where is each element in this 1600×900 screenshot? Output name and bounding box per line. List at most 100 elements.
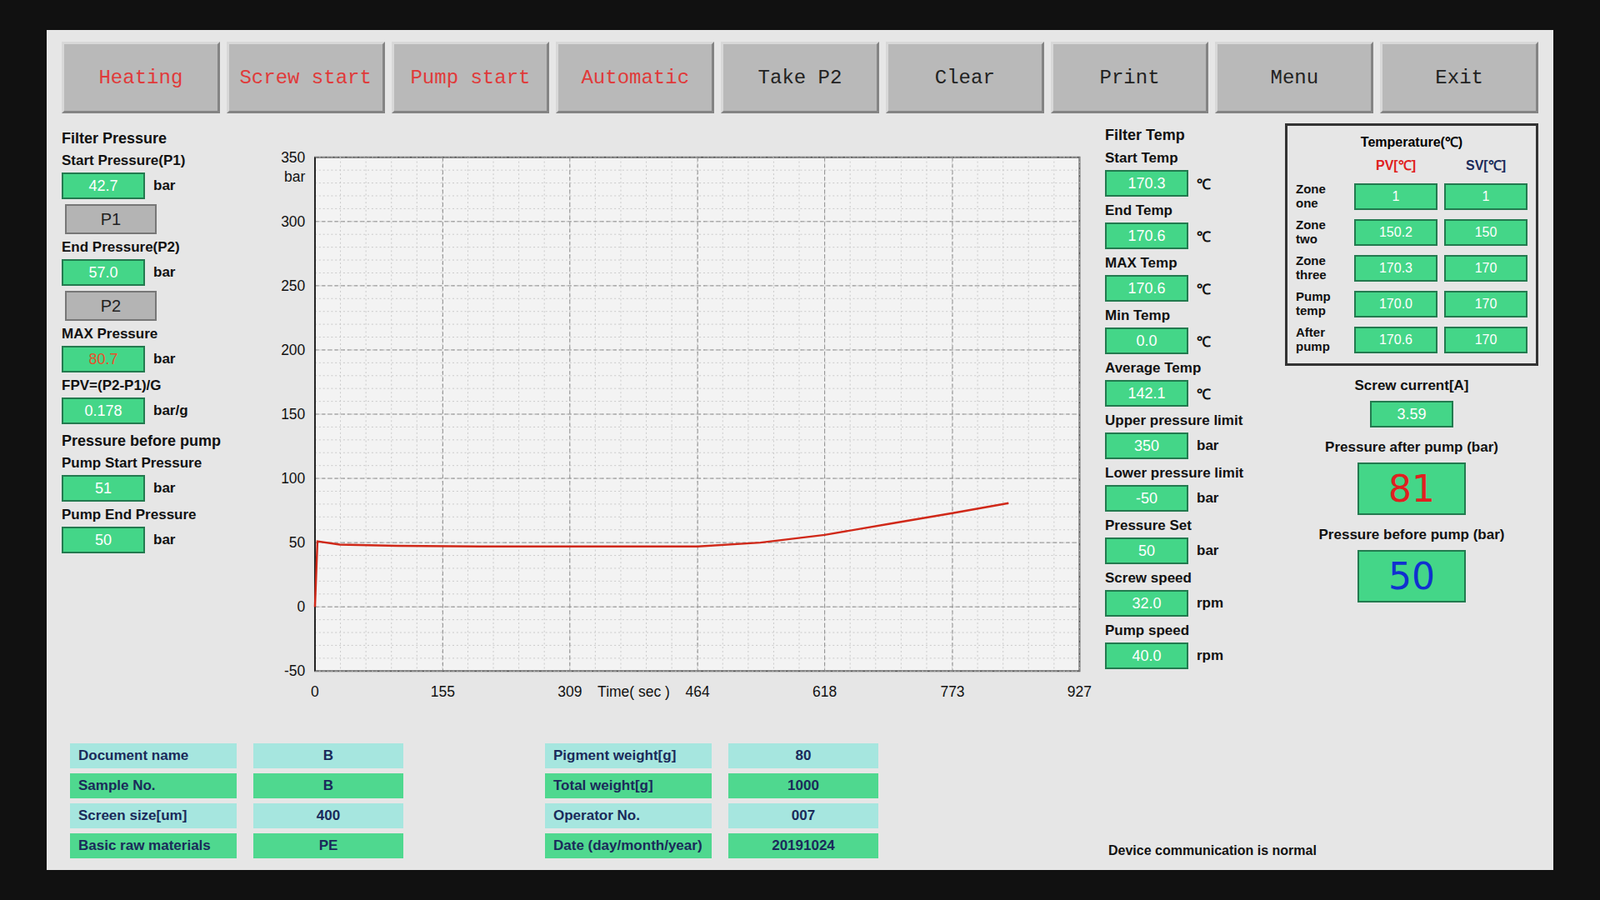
grid-line [315, 567, 1080, 569]
info-label: Document name [70, 743, 237, 769]
column-header: PV[℃] [1354, 155, 1438, 175]
x-tick: 0 [310, 683, 320, 700]
grid-line [390, 157, 392, 672]
field-label: Pressure Set [1105, 517, 1272, 535]
setting-field: Average Temp 142.1 ℃ [1105, 360, 1272, 407]
pv-value: 170.0 [1354, 290, 1438, 318]
major-grid-line [315, 606, 1080, 608]
field-label: Pump Start Pressure [61, 455, 245, 472]
toolbar-button[interactable]: Heating [61, 41, 220, 114]
unit-label: rpm [1196, 647, 1224, 665]
field-label: MAX Pressure [61, 325, 245, 343]
grid-line [315, 298, 1080, 300]
zone-label: Zone three [1295, 254, 1348, 282]
zone-label: Zone two [1295, 218, 1348, 246]
take-pressure-button[interactable]: P1 [65, 204, 157, 235]
grid-line [315, 324, 1080, 325]
unit-label: ℃ [1196, 331, 1211, 351]
grid-line [315, 619, 1080, 620]
y-tick: 50 [289, 534, 306, 551]
field-value: 50 [1105, 537, 1189, 565]
sv-value: 170 [1444, 290, 1528, 318]
toolbar-button[interactable]: Menu [1215, 41, 1374, 114]
field-label: End Pressure(P2) [61, 239, 245, 256]
grid-line [315, 414, 1080, 415]
screw-current: Screw current[A] 3.59 [1285, 377, 1539, 428]
grid-line [315, 670, 1080, 672]
field-label: Pump End Pressure [61, 506, 245, 524]
pressure-line [315, 503, 1009, 607]
pressure-field: Start Pressure(P1) 42.7 bar [61, 152, 245, 200]
setting-field: MAX Temp 170.6 ℃ [1105, 255, 1272, 302]
toolbar-button[interactable]: Screw start [226, 41, 385, 114]
info-label: Basic raw materials [70, 833, 237, 859]
y-tick: 0 [297, 598, 306, 615]
grid-line [315, 516, 1080, 518]
reading-value: 50 [1357, 550, 1466, 603]
toolbar-button[interactable]: Take P2 [720, 41, 880, 114]
info-table: Document name BSample No. BScreen size[u… [70, 743, 404, 859]
x-tick: 155 [430, 683, 455, 700]
temperature-table: Temperature(℃) PV[℃]SV[℃] Zone one 1 1Zo… [1285, 123, 1539, 366]
take-pressure-button[interactable]: P2 [65, 290, 157, 321]
grid-line [315, 388, 1080, 390]
pv-value: 150.2 [1354, 219, 1438, 246]
setting-field: Screw speed 32.0 rpm [1105, 570, 1272, 617]
field-label: End Temp [1105, 202, 1272, 220]
y-tick: -50 [284, 662, 306, 680]
grid-line [441, 157, 443, 672]
reading-label: Pressure after pump (bar) [1325, 439, 1499, 456]
field-value: 42.7 [61, 172, 145, 200]
pressure-field: End Pressure(P2) 57.0 bar [61, 239, 245, 286]
grid-line [315, 478, 1080, 480]
setting-field: Pressure Set 50 bar [1105, 517, 1272, 565]
toolbar-button[interactable]: Automatic [555, 41, 715, 114]
right-panel: Filter TempStart Temp 170.3 ℃End Temp 17… [1105, 123, 1539, 859]
table-title: Temperature(℃) [1295, 132, 1528, 151]
zone-label: Pump temp [1295, 290, 1348, 318]
section-heading: Pressure before pump [61, 432, 245, 450]
field-value: 170.6 [1105, 275, 1189, 302]
unit-label: bar [153, 531, 175, 549]
zone-label: Zone one [1295, 182, 1348, 210]
grid-line [315, 465, 1080, 466]
grid-line [315, 246, 1080, 248]
grid-line [315, 529, 1080, 530]
unit-label: rpm [1196, 595, 1224, 612]
grid-line [315, 285, 1080, 286]
field-value: 32.0 [1105, 590, 1189, 617]
setting-field: Pump speed 40.0 rpm [1105, 622, 1272, 670]
sv-value: 170 [1444, 326, 1528, 354]
grid-line [315, 657, 1080, 659]
main-area: Filter PressureStart Pressure(P1) 42.7 b… [61, 123, 1539, 859]
major-grid-line [315, 349, 1080, 350]
unit-label: ℃ [1196, 279, 1211, 299]
sample-info: Document name BSample No. BScreen size[u… [61, 743, 1092, 859]
section-heading: Filter Temp [1105, 126, 1272, 145]
toolbar-button[interactable]: Print [1050, 41, 1210, 114]
toolbar-button[interactable]: Pump start [391, 41, 550, 114]
field-value: 0.178 [61, 397, 145, 425]
setting-field: Upper pressure limit 350 bar [1105, 412, 1272, 460]
pressure-reading: Pressure after pump (bar) 81 [1285, 439, 1539, 515]
field-label: Pump speed [1105, 622, 1272, 640]
field-label: Upper pressure limit [1105, 412, 1272, 430]
field-value: 80.7 [61, 345, 145, 373]
toolbar-button[interactable]: Clear [885, 41, 1045, 114]
reading-value: 81 [1357, 462, 1466, 515]
grid-line [315, 426, 1080, 428]
unit-label: ℃ [1196, 226, 1211, 246]
setting-field: End Temp 170.6 ℃ [1105, 202, 1272, 250]
grid-line [315, 439, 1080, 440]
toolbar-button[interactable]: Exit [1380, 41, 1539, 114]
field-label: Screw current[A] [1355, 377, 1470, 395]
grid-line [315, 349, 1080, 350]
field-value: 40.0 [1105, 642, 1189, 670]
pressure-field: FPV=(P2-P1)/G 0.178 bar/g [61, 377, 245, 425]
info-value: 1000 [728, 773, 879, 799]
info-value: 007 [728, 803, 879, 829]
major-grid-line [315, 542, 1080, 544]
unit-label: bar [153, 264, 175, 281]
grid-line [799, 157, 800, 672]
pressure-chart: 350300250200150100500-50bar0155309464618… [258, 123, 1092, 734]
